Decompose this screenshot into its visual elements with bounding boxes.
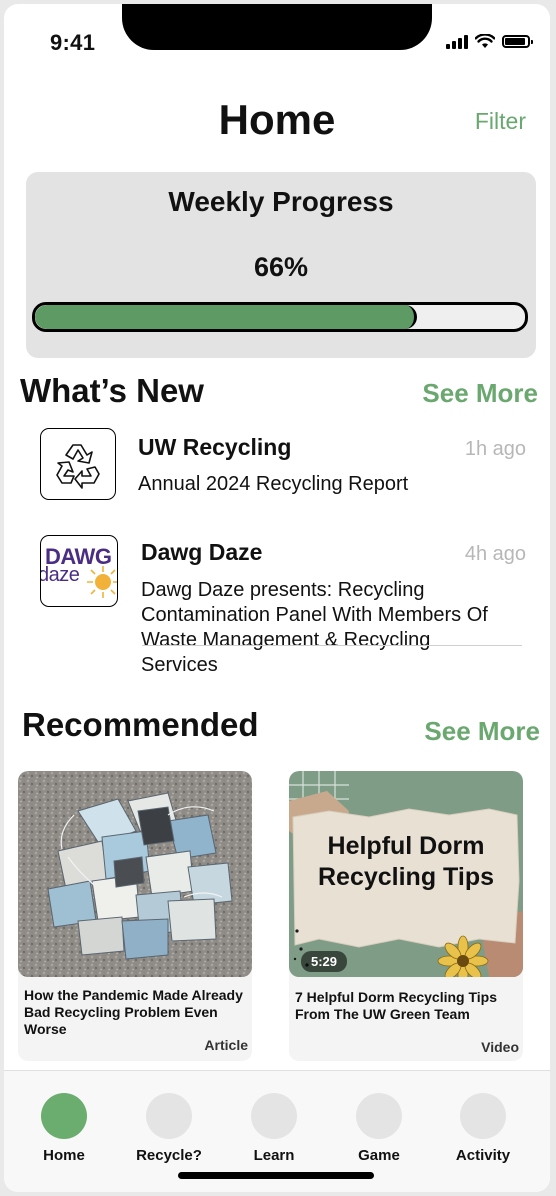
news-headline: Dawg Daze presents: Recycling Contaminat… [141, 579, 488, 676]
wifi-icon [475, 34, 495, 48]
tab-label: Learn [253, 1147, 295, 1164]
news-time: 4h ago [464, 543, 526, 565]
news-divider [142, 645, 522, 646]
news-item-uw-recycling[interactable]: UW Recycling 1h ago Annual 2024 Recyclin… [40, 428, 526, 508]
progress-bar-fill [35, 305, 418, 329]
recommended-card-article[interactable]: How the Pandemic Made Already Bad Recycl… [18, 771, 252, 1061]
status-icons [446, 34, 533, 49]
news-source: UW Recycling [138, 434, 292, 460]
game-tab-icon [356, 1093, 402, 1139]
recommended-card-video[interactable]: Helpful Dorm Recycling Tips 5:29 7 Helpf… [289, 771, 523, 1061]
whats-new-see-more-button[interactable]: See More [422, 378, 538, 409]
tab-home[interactable]: Home [19, 1093, 109, 1164]
page-title: Home [218, 96, 336, 143]
news-logo: DAWG daze [40, 535, 118, 607]
tab-activity[interactable]: Activity [438, 1093, 528, 1164]
card-caption: 7 Helpful Dorm Recycling Tips From The U… [295, 989, 498, 1022]
progress-percent: 66% [253, 252, 309, 282]
sun-icon [87, 566, 117, 598]
weekly-progress-card: Weekly Progress 66% [26, 172, 536, 358]
battery-icon [502, 35, 533, 48]
whats-new-title: What’s New [20, 372, 204, 409]
learn-tab-icon [251, 1093, 297, 1139]
recommended-see-more-button[interactable]: See More [424, 716, 540, 747]
news-headline: Annual 2024 Recycling Report [138, 473, 409, 495]
filter-button[interactable]: Filter [475, 108, 526, 135]
cellular-signal-icon [446, 34, 468, 49]
tab-label: Recycle? [136, 1147, 202, 1164]
recycle-icon [56, 444, 100, 489]
home-indicator[interactable] [178, 1172, 374, 1179]
activity-tab-icon [460, 1093, 506, 1139]
video-thumbnail-title: Helpful Dorm Recycling Tips [318, 832, 494, 891]
progress-bar [32, 302, 528, 332]
tab-label: Activity [455, 1147, 511, 1164]
status-time: 9:41 [50, 30, 96, 55]
news-logo [40, 428, 116, 500]
progress-title: Weekly Progress [168, 186, 394, 217]
card-type-label: Article [204, 1037, 248, 1053]
video-duration-badge: 5:29 [301, 951, 348, 972]
news-item-dawg-daze[interactable]: DAWG daze Dawg Daze 4h ago Dawg Daze pre… [40, 535, 526, 676]
news-source: Dawg Daze [141, 539, 263, 565]
news-time: 1h ago [464, 438, 526, 460]
recommended-title: Recommended [22, 706, 259, 743]
card-caption: How the Pandemic Made Already Bad Recycl… [24, 987, 243, 1037]
card-image-video-thumbnail: Helpful Dorm Recycling Tips 5:29 [289, 771, 523, 977]
tab-learn[interactable]: Learn [229, 1093, 319, 1164]
tab-label: Game [358, 1147, 400, 1164]
card-type-label: Video [481, 1039, 519, 1055]
phone-screen: 9:41 Home Filter Weekly Progress 66% Wha… [4, 4, 550, 1192]
tab-recycle[interactable]: Recycle? [124, 1093, 214, 1164]
tab-label: Home [43, 1147, 85, 1164]
recycle-tab-icon [146, 1093, 192, 1139]
dawg-daze-logo: DAWG daze [41, 536, 117, 606]
home-tab-icon [41, 1093, 87, 1139]
tab-game[interactable]: Game [334, 1093, 424, 1164]
device-notch [122, 4, 432, 50]
card-image-masks [18, 771, 252, 977]
